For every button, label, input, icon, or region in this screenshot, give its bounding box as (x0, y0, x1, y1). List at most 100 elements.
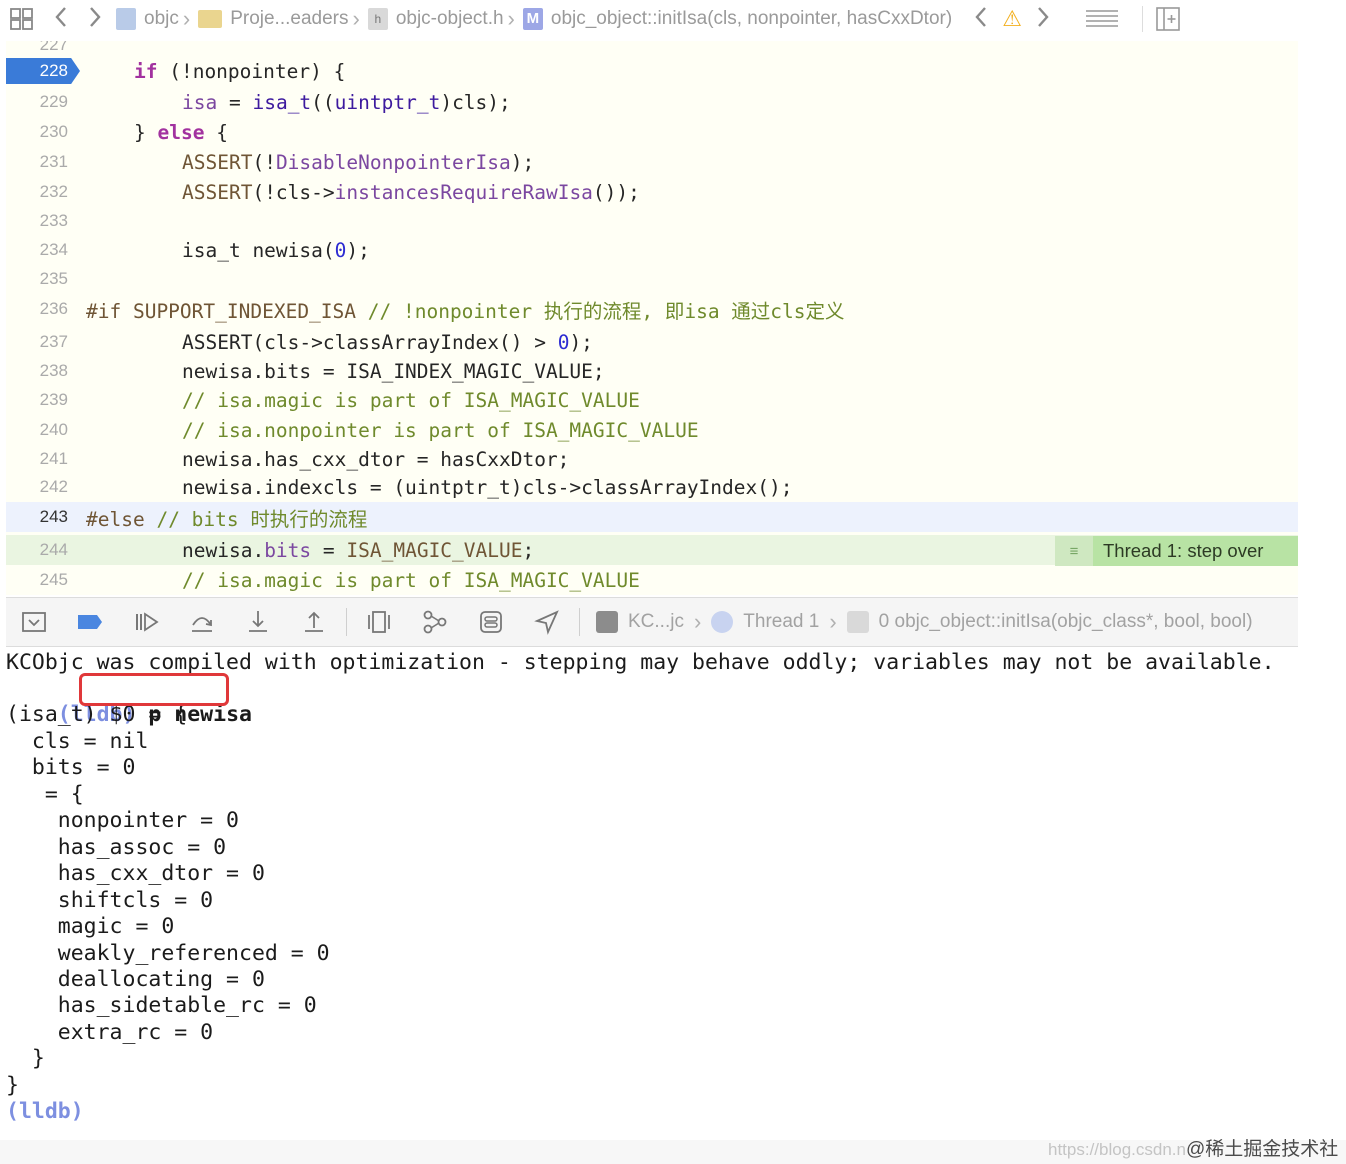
line-number: 234 (39, 240, 68, 259)
console-output-line: has_assoc = 0 (6, 835, 227, 860)
line-number: 230 (39, 122, 68, 141)
code-line[interactable]: 231 ASSERT(!DisableNonpointerIsa); (6, 147, 1298, 177)
code-line[interactable]: 233 (6, 206, 1298, 236)
lldb-console[interactable]: KCObjc was compiled with optimization - … (6, 650, 1298, 1130)
memory-graph-button[interactable] (407, 604, 463, 640)
source-editor[interactable]: 227 228 if (!nonpointer) { 229 isa = isa… (6, 41, 1298, 595)
console-output-line: bits = 0 (6, 755, 136, 780)
line-number: 239 (39, 390, 68, 409)
thread-badge-label: Thread 1: step over (1093, 536, 1298, 566)
step-out-button[interactable] (286, 604, 342, 640)
step-into-button[interactable] (230, 604, 286, 640)
line-number: 238 (39, 361, 68, 380)
command-highlight-box (79, 673, 229, 706)
continue-icon (136, 612, 159, 632)
code-line[interactable]: 227 (6, 41, 1298, 57)
code-text: newisa.indexcls = (uintptr_t)cls->classA… (182, 475, 793, 499)
code-text: ASSERT(!cls->instancesRequireRawIsa()); (182, 180, 640, 204)
crumb-separator-icon: › (182, 6, 191, 31)
code-line[interactable]: 236 #if SUPPORT_INDEXED_ISA // !nonpoint… (6, 294, 1298, 324)
crumb-group[interactable]: Proje...eaders (230, 8, 348, 30)
line-number: 241 (39, 449, 68, 468)
code-line[interactable]: 234 isa_t newisa(0); (6, 235, 1298, 265)
breakpoints-toggle-button[interactable] (62, 604, 118, 640)
previous-issue-button[interactable] (952, 4, 998, 34)
continue-button[interactable] (118, 604, 174, 640)
console-output-line: shiftcls = 0 (6, 888, 214, 913)
code-line-current[interactable]: 243 #else // bits 时执行的流程 (6, 502, 1298, 532)
step-over-button[interactable] (174, 604, 230, 640)
debug-bar: KC...jc › Thread 1 › 0 objc_object::init… (6, 597, 1298, 647)
code-comment: // isa.nonpointer is part of ISA_MAGIC_V… (182, 418, 699, 442)
back-button[interactable] (44, 4, 78, 34)
memory-graph-icon (423, 610, 447, 634)
lldb-prompt-final[interactable]: (lldb) (6, 1099, 84, 1125)
view-hierarchy-button[interactable] (351, 604, 407, 640)
code-line[interactable]: 235 (6, 264, 1298, 294)
code-text: isa = isa_t((uintptr_t)cls); (182, 90, 511, 114)
related-items-icon[interactable] (0, 4, 44, 34)
code-text: newisa.has_cxx_dtor = hasCxxDtor; (182, 447, 570, 471)
code-line[interactable]: 242 newisa.indexcls = (uintptr_t)cls->cl… (6, 472, 1298, 502)
code-line[interactable]: 245 // isa.magic is part of ISA_MAGIC_VA… (6, 565, 1298, 595)
jump-bar: objc › Proje...eaders › h objc-object.h … (0, 0, 1300, 38)
line-number: 229 (39, 92, 68, 111)
next-issue-button[interactable] (1026, 4, 1060, 34)
console-output-line: magic = 0 (6, 914, 175, 939)
forward-button[interactable] (78, 4, 112, 34)
view-hierarchy-icon (368, 611, 390, 633)
debug-crumb-target-label: KC...jc (628, 611, 684, 632)
code-line[interactable]: 240 // isa.nonpointer is part of ISA_MAG… (6, 415, 1298, 445)
app-target-icon (596, 611, 618, 633)
debug-crumb-thread[interactable]: Thread 1 (711, 611, 819, 633)
console-output-line: nonpointer = 0 (6, 808, 239, 833)
code-text: #else // bits 时执行的流程 (86, 507, 368, 531)
line-number: 236 (39, 299, 68, 318)
toolbar-divider (579, 608, 580, 636)
editor-options-icon[interactable] (1072, 4, 1132, 34)
header-file-icon: h (367, 8, 388, 30)
line-number: 245 (39, 570, 68, 589)
code-comment: // isa.magic is part of ISA_MAGIC_VALUE (182, 568, 640, 592)
code-text: ASSERT(!DisableNonpointerIsa); (182, 150, 535, 174)
line-number: 244 (39, 540, 68, 559)
code-line-breakpoint[interactable]: 228 if (!nonpointer) { (6, 56, 1298, 86)
code-text: newisa.bits = ISA_INDEX_MAGIC_VALUE; (182, 359, 605, 383)
code-line[interactable]: 232 ASSERT(!cls->instancesRequireRawIsa(… (6, 177, 1298, 207)
console-output-line: has_sidetable_rc = 0 (6, 993, 317, 1018)
hide-debug-area-button[interactable] (6, 604, 62, 640)
console-output-line: deallocating = 0 (6, 967, 265, 992)
debug-crumb-frame[interactable]: 0 objc_object::initIsa(objc_class*, bool… (846, 611, 1253, 633)
step-over-icon (192, 617, 212, 632)
crumb-project[interactable]: objc (144, 8, 179, 30)
thread-step-badge[interactable]: ≡ Thread 1: step over (1055, 536, 1298, 566)
line-number: 227 (39, 41, 68, 54)
toolbar-divider (1141, 6, 1143, 32)
debug-crumb-thread-label: Thread 1 (743, 611, 820, 632)
code-line[interactable]: 237 ASSERT(cls->classArrayIndex() > 0); (6, 327, 1298, 357)
folder-icon (198, 10, 223, 28)
code-line[interactable]: 239 // isa.magic is part of ISA_MAGIC_VA… (6, 385, 1298, 415)
debug-crumb-target[interactable]: KC...jc (596, 611, 684, 633)
code-text: ASSERT(cls->classArrayIndex() > 0); (182, 330, 593, 354)
code-line[interactable]: 238 newisa.bits = ISA_INDEX_MAGIC_VALUE; (6, 356, 1298, 386)
crumb-separator-icon: › (352, 6, 360, 31)
line-number: 242 (39, 477, 68, 496)
simulate-location-button[interactable] (519, 604, 575, 640)
hamburger-icon: ≡ (1055, 536, 1093, 566)
crumb-separator-icon: › (829, 609, 837, 634)
environment-overrides-button[interactable] (463, 604, 519, 640)
code-line[interactable]: 229 isa = isa_t((uintptr_t)cls); (6, 87, 1298, 117)
line-number: 240 (39, 420, 68, 439)
warning-icon[interactable]: ⚠ (1002, 6, 1022, 32)
line-number: 237 (39, 332, 68, 351)
crumb-file[interactable]: objc-object.h (396, 8, 504, 30)
code-line[interactable]: 241 newisa.has_cxx_dtor = hasCxxDtor; (6, 444, 1298, 474)
environment-overrides-icon (480, 611, 502, 633)
code-line[interactable]: 230 } else { (6, 117, 1298, 147)
crumb-method[interactable]: objc_object::initIsa(cls, nonpointer, ha… (551, 8, 952, 30)
crumb-separator-icon: › (507, 6, 515, 31)
line-number: 228 (39, 61, 68, 80)
add-editor-icon[interactable] (1153, 4, 1183, 34)
project-file-icon (116, 8, 136, 30)
